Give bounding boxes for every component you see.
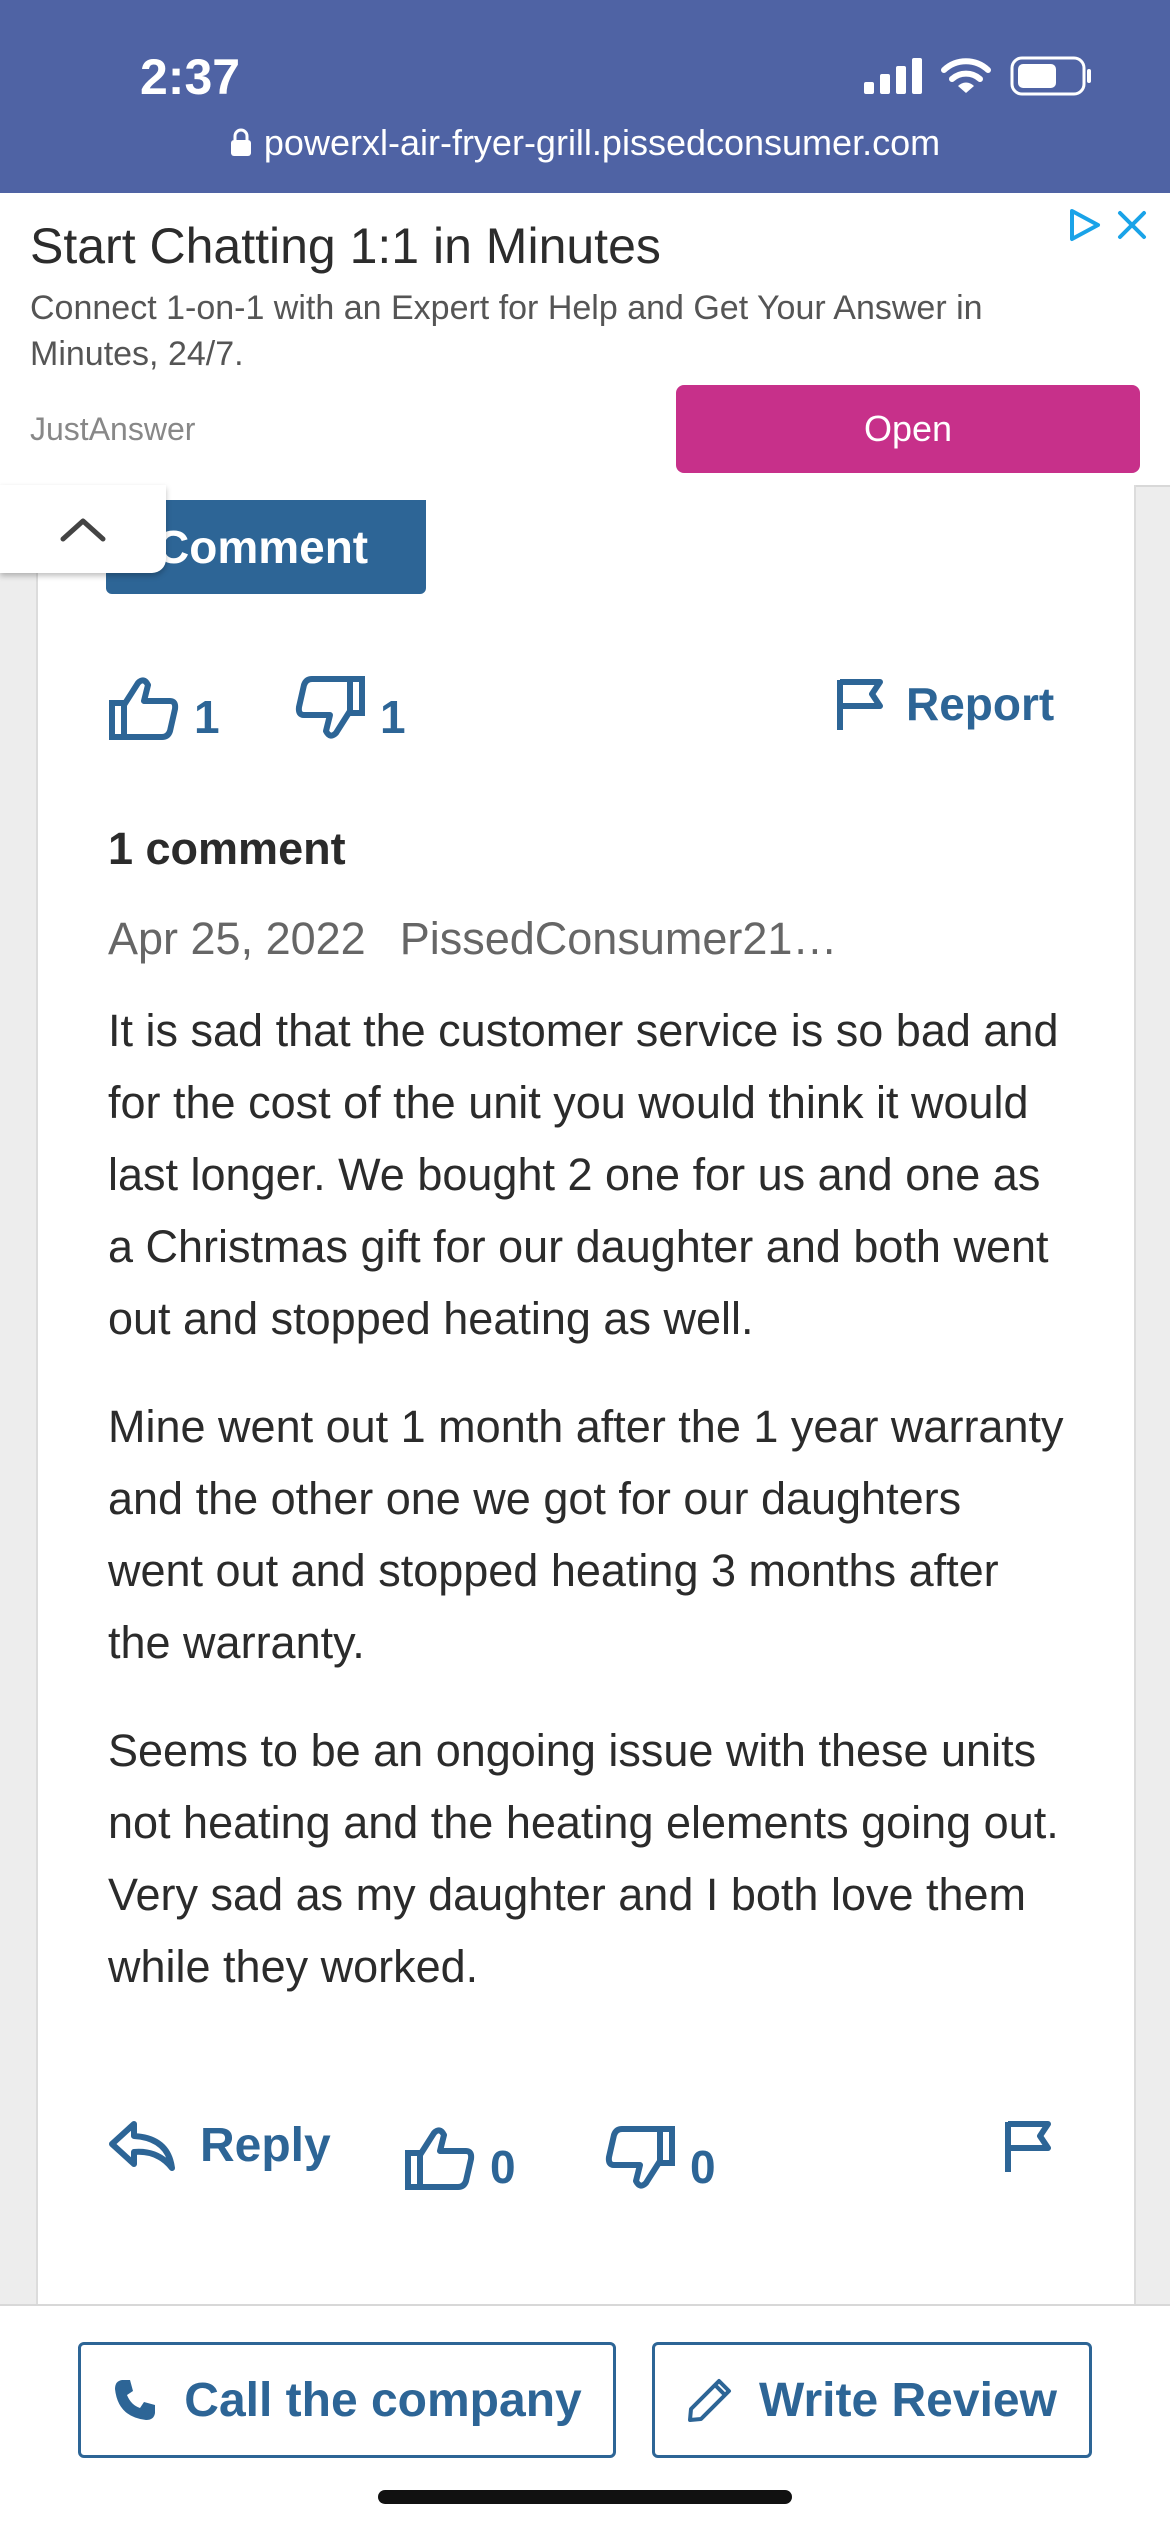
status-time: 2:37: [140, 49, 241, 105]
chevron-up-icon: [60, 518, 106, 542]
ad-title[interactable]: Start Chatting 1:1 in Minutes: [30, 217, 661, 275]
thumbs-down-icon: [605, 2126, 675, 2189]
thumbs-up-icon: [405, 2127, 475, 2190]
signal-icon: [864, 58, 922, 94]
reply-button[interactable]: Reply: [108, 2118, 331, 2173]
reply-label: Reply: [200, 2119, 331, 2172]
write-review-button[interactable]: Write Review: [652, 2342, 1092, 2458]
battery-icon: [1010, 56, 1091, 96]
comment-thumbs-down-count: 0: [690, 2141, 716, 2193]
address-bar[interactable]: powerxl-air-fryer-grill.pissedconsumer.c…: [0, 122, 1170, 166]
review-thumbs-down[interactable]: 1: [294, 672, 406, 744]
system-icons: [864, 56, 1092, 96]
ad-source: JustAnswer: [30, 411, 196, 447]
flag-icon: [1005, 2121, 1051, 2172]
review-thumbs-up-count: 1: [194, 691, 220, 743]
report-label: Report: [906, 678, 1055, 730]
review-thumbs-up[interactable]: 1: [108, 672, 220, 744]
flag-icon: [837, 679, 883, 730]
ad-controls: [1064, 205, 1150, 245]
ad-banner[interactable]: Start Chatting 1:1 in Minutes Connect 1-…: [0, 193, 1170, 487]
comment-meta: Apr 25, 2022 PissedConsumer21…: [108, 913, 837, 965]
url-text: powerxl-air-fryer-grill.pissedconsumer.c…: [263, 122, 941, 163]
review-thumbs-down-count: 1: [380, 691, 406, 743]
status-bar: 2:37 powerxl-air-fryer-grill.pissedconsu…: [0, 0, 1170, 193]
comment-thumbs-up-count: 0: [490, 2141, 516, 2193]
comment-paragraph: It is sad that the customer service is s…: [108, 1005, 1059, 1344]
phone-icon: [115, 2380, 156, 2420]
comment-paragraph: Seems to be an ongoing issue with these …: [108, 1725, 1059, 1992]
report-button[interactable]: Report: [834, 676, 1054, 732]
comment-date: Apr 25, 2022: [108, 913, 366, 964]
comment-paragraph: Mine went out 1 month after the 1 year w…: [108, 1401, 1064, 1668]
ad-open-button[interactable]: Open: [676, 385, 1140, 473]
comment-body: It is sad that the customer service is s…: [108, 995, 1068, 2039]
home-indicator[interactable]: [378, 2490, 792, 2504]
comment-thumbs-up[interactable]: 0: [404, 2122, 516, 2194]
call-company-button[interactable]: Call the company: [78, 2342, 616, 2458]
wifi-icon: [941, 58, 991, 93]
pencil-icon: [688, 2379, 732, 2422]
call-company-label: Call the company: [184, 2373, 582, 2427]
comment-report-button[interactable]: [1002, 2118, 1054, 2174]
collapse-ad-tab[interactable]: [0, 485, 166, 573]
reply-icon: [109, 2120, 175, 2171]
comment-author[interactable]: PissedConsumer21…: [400, 913, 838, 964]
adchoices-icon[interactable]: [1064, 205, 1104, 245]
comment-count: 1 comment: [108, 823, 346, 874]
write-review-label: Write Review: [759, 2373, 1057, 2427]
thumbs-up-icon: [109, 677, 179, 740]
thumbs-down-icon: [295, 676, 365, 739]
lock-icon: [230, 124, 252, 166]
comment-thumbs-down[interactable]: 0: [604, 2122, 716, 2194]
close-ad-icon[interactable]: [1114, 205, 1150, 245]
ad-description: Connect 1-on-1 with an Expert for Help a…: [30, 289, 983, 373]
